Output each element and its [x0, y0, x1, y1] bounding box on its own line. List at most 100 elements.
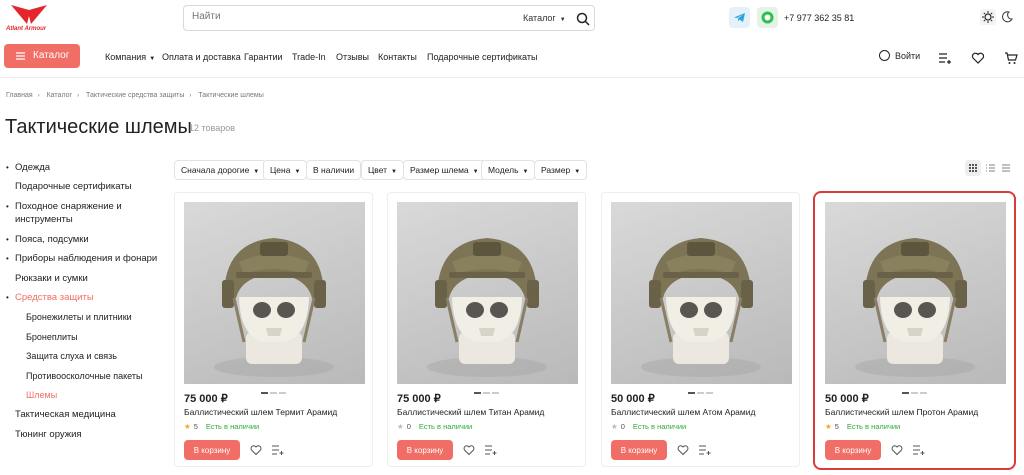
login-button[interactable]: Войти [879, 50, 920, 61]
filter-label: В наличии [313, 165, 355, 175]
nav-item-gift-certificates[interactable]: Подарочные сертификаты [427, 52, 537, 62]
caret-down-icon: ▼ [149, 56, 156, 62]
telegram-icon[interactable] [729, 7, 750, 28]
grid-view-icon[interactable] [965, 160, 981, 176]
product-name[interactable]: Баллистический шлем Протон Арамид [825, 407, 978, 417]
phone-number[interactable]: +7 977 362 35 81 [784, 13, 854, 23]
product-card[interactable]: 50 000 ₽ Баллистический шлем Атом Арамид… [601, 192, 800, 467]
compare-list-icon[interactable] [938, 51, 952, 65]
sort-select[interactable]: Сначала дорогие ▼ [174, 160, 267, 180]
chevron-right-icon: › [189, 93, 192, 99]
sidebar-item-tuning[interactable]: Тюнинг оружия [15, 428, 82, 441]
add-to-cart-button[interactable]: В корзину [184, 440, 240, 460]
list-view-icon[interactable] [982, 160, 998, 176]
user-icon [879, 50, 890, 61]
whatsapp-icon[interactable] [757, 7, 778, 28]
caret-down-icon: ▼ [294, 169, 301, 175]
product-rating: ★ 5 Есть в наличии [825, 422, 900, 431]
moon-icon[interactable] [1000, 10, 1014, 24]
breadcrumb-item[interactable]: Тактические средства защиты [86, 92, 184, 99]
login-label: Войти [895, 51, 921, 61]
image-carousel-dots[interactable] [474, 385, 502, 394]
rating-value: 0 [406, 422, 411, 431]
favorite-heart-icon[interactable] [250, 444, 262, 456]
heart-icon[interactable] [971, 51, 985, 65]
sidebar-item-label: Походное снаряжение и [15, 201, 122, 212]
filter-model[interactable]: Модель ▼ [481, 160, 536, 180]
breadcrumb-item[interactable]: Каталог [47, 92, 72, 99]
chevron-right-icon: › [77, 93, 80, 99]
star-icon: ★ [397, 422, 404, 431]
product-card-highlighted[interactable]: 50 000 ₽ Баллистический шлем Протон Арам… [813, 191, 1016, 470]
catalog-button[interactable]: Каталог [4, 44, 80, 68]
product-image[interactable] [611, 202, 792, 384]
product-card[interactable]: 75 000 ₽ Баллистический шлем Титан Арами… [387, 192, 586, 467]
caret-down-icon: ▼ [522, 169, 529, 175]
sidebar-subitem-hearing[interactable]: Защита слуха и связь [26, 350, 117, 363]
image-carousel-dots[interactable] [261, 385, 289, 394]
filter-helmet-size[interactable]: Размер шлема ▼ [403, 160, 486, 180]
product-image[interactable] [184, 202, 365, 384]
sidebar-item-clothing[interactable]: • Одежда [6, 161, 50, 174]
compare-icon[interactable] [271, 444, 284, 456]
logo[interactable]: Atlant Armour [4, 4, 54, 34]
helmet-image [425, 236, 549, 379]
nav-item-payment-delivery[interactable]: Оплата и доставка [162, 52, 241, 62]
product-card[interactable]: 75 000 ₽ Баллистический шлем Термит Арам… [174, 192, 373, 467]
add-to-cart-button[interactable]: В корзину [611, 440, 667, 460]
filter-label: Сначала дорогие [181, 165, 250, 175]
filter-price[interactable]: Цена ▼ [263, 160, 308, 180]
favorite-heart-icon[interactable] [891, 444, 903, 456]
nav-item-label: Компания [105, 52, 147, 62]
sidebar-subitem-helmets[interactable]: Шлемы [26, 389, 57, 402]
compare-icon[interactable] [698, 444, 711, 456]
search-input[interactable] [192, 11, 492, 22]
sidebar-subitem-plates[interactable]: Бронеплиты [26, 331, 78, 344]
add-to-cart-button[interactable]: В корзину [397, 440, 453, 460]
filter-color[interactable]: Цвет ▼ [361, 160, 404, 180]
sidebar-item-optics[interactable]: • Приборы наблюдения и фонари [6, 252, 157, 265]
bullet-icon: • [6, 293, 9, 302]
sidebar-item-belts[interactable]: • Пояса, подсумки [6, 233, 89, 246]
sidebar-item-camping[interactable]: • Походное снаряжение и [6, 200, 122, 213]
product-image[interactable] [397, 202, 578, 384]
favorite-heart-icon[interactable] [677, 444, 689, 456]
sidebar-item-label-continued[interactable]: инструменты [15, 213, 73, 226]
page-title: Тактические шлемы [5, 116, 192, 138]
sun-icon[interactable] [980, 9, 996, 25]
compact-view-icon[interactable] [998, 160, 1014, 176]
image-carousel-dots[interactable] [688, 385, 716, 394]
stock-status: Есть в наличии [418, 422, 473, 431]
stock-status: Есть в наличии [846, 422, 901, 431]
breadcrumb-item[interactable]: Главная [6, 92, 33, 99]
nav-item-company[interactable]: Компания ▼ [105, 52, 155, 62]
sidebar-item-gift-certificates[interactable]: Подарочные сертификаты [15, 180, 132, 193]
menu-icon [16, 52, 25, 60]
filter-in-stock[interactable]: В наличии [306, 160, 362, 180]
compare-icon[interactable] [484, 444, 497, 456]
search-icon[interactable] [575, 11, 591, 27]
nav-item-reviews[interactable]: Отзывы [336, 52, 369, 62]
nav-item-contacts[interactable]: Контакты [378, 52, 417, 62]
filter-size[interactable]: Размер ▼ [534, 160, 588, 180]
image-carousel-dots[interactable] [902, 385, 930, 394]
product-name[interactable]: Баллистический шлем Титан Арамид [397, 407, 544, 417]
nav-item-guarantees[interactable]: Гарантии [244, 52, 283, 62]
favorite-heart-icon[interactable] [463, 444, 475, 456]
filter-label: Цвет [368, 165, 388, 175]
add-to-cart-button[interactable]: В корзину [825, 440, 881, 460]
sidebar-item-backpacks[interactable]: Рюкзаки и сумки [15, 272, 88, 285]
product-name[interactable]: Баллистический шлем Термит Арамид [184, 407, 337, 417]
search-box: Каталог▼ [183, 5, 595, 31]
nav-item-trade-in[interactable]: Trade-In [292, 52, 326, 62]
sidebar-item-medicine[interactable]: Тактическая медицина [15, 408, 116, 421]
product-name[interactable]: Баллистический шлем Атом Арамид [611, 407, 755, 417]
filter-label: Размер шлема [410, 165, 469, 175]
cart-icon[interactable] [1004, 51, 1018, 65]
product-image[interactable] [825, 202, 1006, 384]
sidebar-subitem-fragment[interactable]: Противоосколочные пакеты [26, 370, 142, 383]
sidebar-subitem-vests[interactable]: Бронежилеты и плитники [26, 311, 132, 324]
search-category-select[interactable]: Каталог ▼ [523, 13, 566, 23]
sidebar-item-protection[interactable]: • Средства защиты [6, 291, 94, 304]
compare-icon[interactable] [912, 444, 925, 456]
